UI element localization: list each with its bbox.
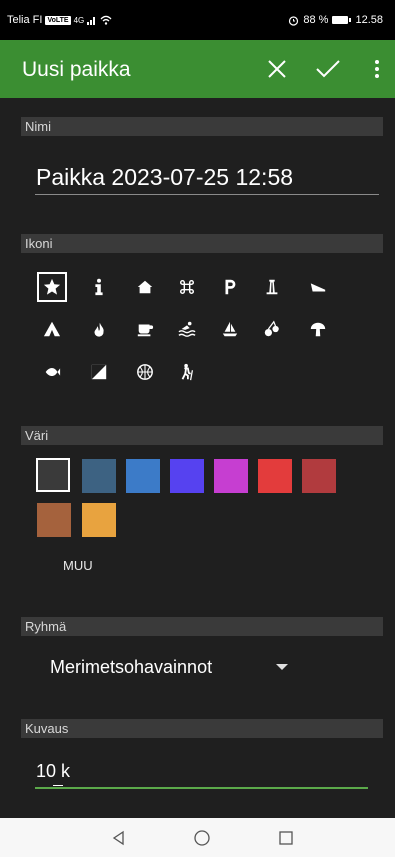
description-input-underline: [35, 787, 368, 789]
home-circle-icon[interactable]: [191, 828, 213, 848]
fish-icon[interactable]: [37, 357, 67, 387]
group-dropdown[interactable]: Merimetsohavainnot: [50, 657, 212, 678]
name-section-header: Nimi: [21, 117, 383, 136]
color-swatch-red[interactable]: [258, 459, 292, 493]
word-underline: [53, 785, 63, 786]
dropdown-arrow-icon[interactable]: [276, 664, 288, 670]
app-toolbar: Uusi paikka: [0, 40, 395, 98]
info-icon[interactable]: [84, 272, 114, 302]
battery-icon: [332, 16, 352, 24]
description-section-header: Kuvaus: [21, 719, 383, 738]
name-input[interactable]: Paikka 2023-07-25 12:58: [36, 160, 378, 194]
icon-section-header: Ikoni: [21, 234, 383, 253]
check-icon[interactable]: [313, 54, 343, 84]
color-swatch-brown[interactable]: [37, 503, 71, 537]
status-right: 88 % 12.58: [288, 14, 383, 26]
tent-icon[interactable]: [37, 314, 67, 344]
cafe-icon[interactable]: [130, 314, 160, 344]
swimming-icon[interactable]: [172, 314, 202, 344]
signal-icon: [87, 17, 96, 25]
carrier-label: Telia FI: [7, 14, 43, 26]
color-section-header: Väri: [21, 426, 383, 445]
status-left: Telia FI VoLTE 4G: [7, 14, 112, 26]
home-icon[interactable]: [130, 272, 160, 302]
volte-badge: VoLTE: [45, 15, 71, 25]
fire-icon[interactable]: [84, 314, 114, 344]
close-icon[interactable]: [262, 54, 292, 84]
group-section-header: Ryhmä: [21, 617, 383, 636]
recents-icon[interactable]: [275, 828, 297, 848]
parking-icon[interactable]: [215, 272, 245, 302]
clock: 12.58: [355, 14, 383, 26]
color-swatch-indigo[interactable]: [170, 459, 204, 493]
color-swatch-slate-blue[interactable]: [82, 459, 116, 493]
sailboat-icon[interactable]: [215, 314, 245, 344]
color-swatch-dark-red[interactable]: [302, 459, 336, 493]
color-swatch-orange[interactable]: [82, 503, 116, 537]
description-input[interactable]: 10 k: [36, 761, 70, 782]
status-bar: Telia FI VoLTE 4G 88 % 12.58: [0, 0, 395, 40]
more-colors-button[interactable]: MUU: [63, 558, 93, 573]
sauna-icon[interactable]: [303, 272, 333, 302]
page-title: Uusi paikka: [22, 58, 131, 81]
alarm-icon: [289, 15, 299, 26]
basketball-icon[interactable]: [130, 357, 160, 387]
hiking-icon[interactable]: [172, 357, 202, 387]
star-icon[interactable]: [37, 272, 67, 302]
name-input-underline: [35, 194, 379, 195]
battery-percent: 88 %: [303, 14, 329, 26]
command-icon[interactable]: [172, 272, 202, 302]
cherry-icon[interactable]: [257, 314, 287, 344]
network-type: 4G: [73, 15, 85, 25]
color-swatch-dark-gray[interactable]: [36, 458, 70, 492]
mushroom-icon[interactable]: [303, 314, 333, 344]
more-vert-icon[interactable]: [362, 54, 392, 84]
system-nav-bar: [0, 818, 395, 857]
wifi-icon: [100, 15, 112, 25]
back-icon[interactable]: [108, 828, 130, 848]
lighthouse-icon[interactable]: [257, 272, 287, 302]
color-swatch-blue[interactable]: [126, 459, 160, 493]
contrast-icon[interactable]: [84, 357, 114, 387]
color-swatch-magenta[interactable]: [214, 459, 248, 493]
